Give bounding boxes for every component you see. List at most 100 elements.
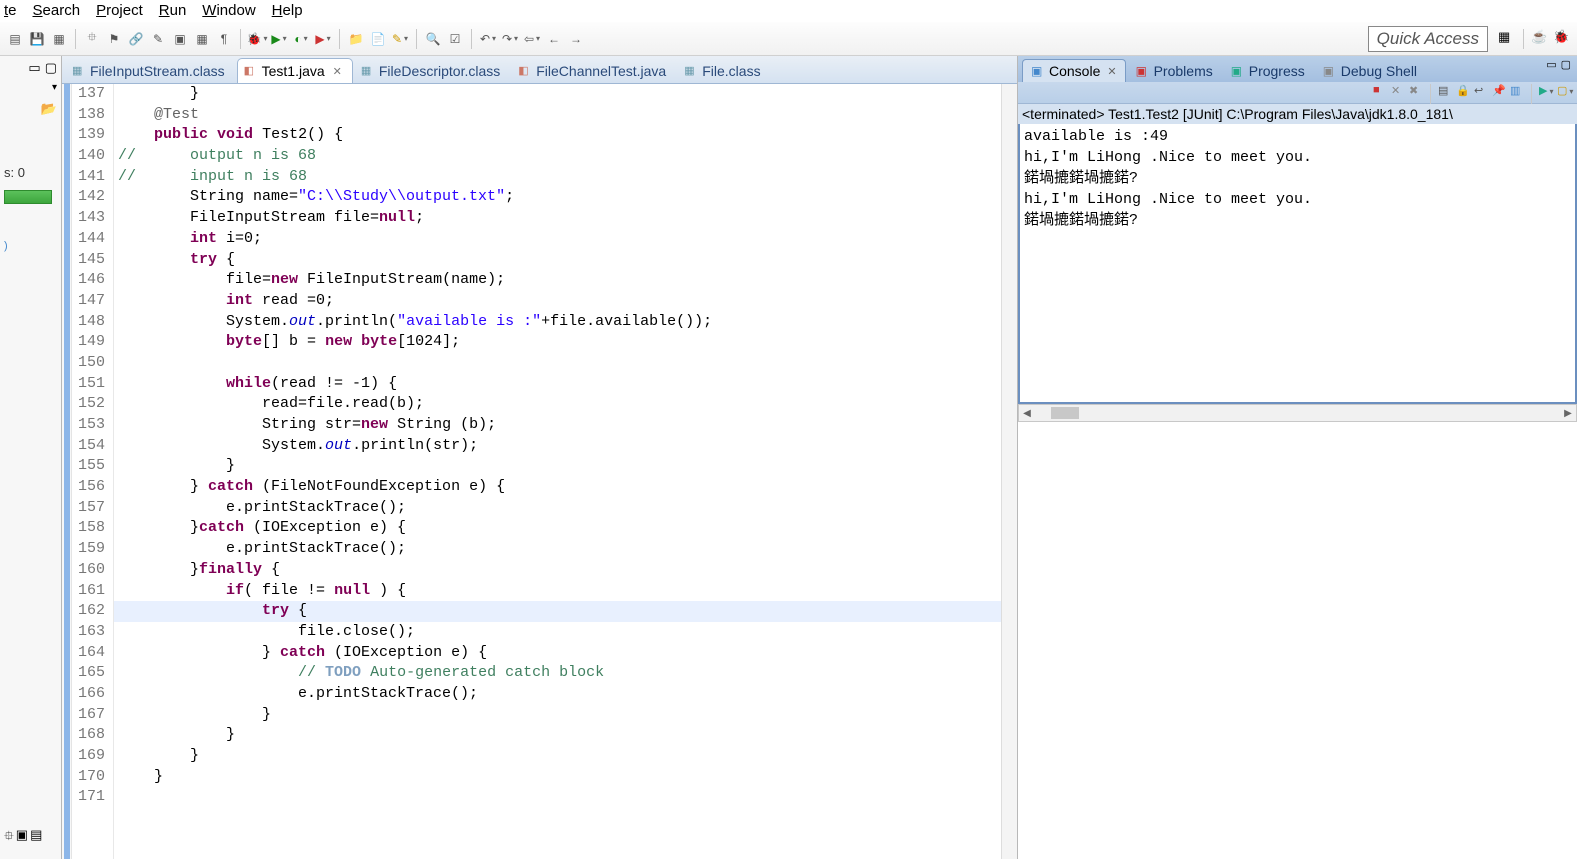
scroll-thumb[interactable] <box>1051 407 1079 419</box>
tab-filedescriptor-class[interactable]: FileDescriptor.class <box>355 59 510 83</box>
tab-file-class[interactable]: File.class <box>678 59 770 83</box>
class-file-icon <box>361 64 375 78</box>
view-tab-label: Debug Shell <box>1341 63 1417 79</box>
save-all-icon[interactable]: ▦ <box>50 30 68 48</box>
view-tab-progress[interactable]: ▣ Progress <box>1223 60 1313 82</box>
scroll-lock-icon[interactable]: 🔒 <box>1456 84 1470 98</box>
separator <box>1523 29 1524 49</box>
run-icon[interactable]: ▶ <box>270 30 288 48</box>
external-tools-icon[interactable]: ▶ <box>314 30 332 48</box>
new-package-icon[interactable]: 📁 <box>347 30 365 48</box>
close-icon[interactable]: ✕ <box>1107 65 1116 78</box>
debug-icon[interactable]: 🐞 <box>248 30 266 48</box>
scroll-right-icon[interactable]: ▶ <box>1560 408 1576 419</box>
separator <box>1531 84 1532 104</box>
console-toolbar: ■ ✕ ✖ ▤ 🔒 ↩ 📌 ▥ ▶ ▢ <box>1018 82 1577 104</box>
menu-te[interactable]: te <box>4 2 17 19</box>
debug-perspective-icon[interactable]: 🐞 <box>1553 29 1571 47</box>
expand-icon[interactable]: ▤ <box>30 827 42 849</box>
view-tab-label: Problems <box>1154 63 1213 79</box>
build-icon[interactable]: ▣ <box>171 30 189 48</box>
view-tab-debug-shell[interactable]: ▣Debug Shell <box>1315 60 1425 82</box>
console-process-label: <terminated> Test1.Test2 [JUnit] C:\Prog… <box>1018 104 1577 124</box>
package-explorer-icon[interactable]: 📂 <box>41 101 57 117</box>
restore-icon[interactable]: ▭ <box>28 60 40 76</box>
menu-help[interactable]: Help <box>272 2 303 19</box>
junit-progress-bar <box>4 190 52 204</box>
editor-area: FileInputStream.class Test1.java✕ FileDesc… <box>62 56 1017 859</box>
terminate-icon[interactable]: ■ <box>1373 84 1387 98</box>
console-output[interactable]: available is :49 hi,I'm LiHong .Nice to … <box>1018 124 1577 404</box>
separator <box>416 29 417 49</box>
main-area: ▭ ▢ ▾ 📂 s: 0 ) ⯐ ▣ ▤ FileInputStream.cla… <box>0 56 1577 859</box>
code-editor[interactable]: 1371381391401411421431441451461471481491… <box>62 84 1017 859</box>
separator <box>1430 84 1431 104</box>
tab-label: FileDescriptor.class <box>379 63 500 79</box>
prev-annotation-icon[interactable]: ↶ <box>479 30 497 48</box>
task-icon[interactable]: ☑ <box>446 30 464 48</box>
forward-icon[interactable]: → <box>567 30 585 48</box>
clear-console-icon[interactable]: ▤ <box>1438 84 1452 98</box>
word-wrap-icon[interactable]: ↩ <box>1474 84 1488 98</box>
progress-icon: ▣ <box>1231 64 1245 78</box>
collapse-icon[interactable]: ▣ <box>16 827 28 849</box>
console-hscrollbar[interactable]: ◀ ▶ <box>1018 404 1577 422</box>
menubar: te Search Project Run Window Help <box>0 0 1577 22</box>
hierarchy-icon[interactable]: ⯐ <box>4 827 14 849</box>
menu-search[interactable]: Search <box>33 2 81 19</box>
main-toolbar: ▤ 💾 ▦ ⯐ ⚑ 🔗 ✎ ▣ ▦ ¶ 🐞 ▶ ◐ ▶ 📁 📄 ✎ 🔍 ☑ ↶ … <box>0 22 1577 56</box>
tab-label: FileInputStream.class <box>90 63 225 79</box>
editor-tabbar: FileInputStream.class Test1.java✕ FileDesc… <box>62 56 1017 84</box>
block-icon[interactable]: ▦ <box>193 30 211 48</box>
line-number-gutter: 1371381391401411421431441451461471481491… <box>72 84 114 859</box>
toggle-mark-icon[interactable]: ⚑ <box>105 30 123 48</box>
display-console-icon[interactable]: ▥ <box>1510 84 1524 98</box>
left-trim-stack: ▭ ▢ ▾ 📂 s: 0 ) ⯐ ▣ ▤ <box>0 56 62 859</box>
code-text[interactable]: } @Test public void Test2() {// output n… <box>114 84 1001 859</box>
open-console-icon[interactable]: ▢ <box>1557 84 1571 98</box>
remove-all-icon[interactable]: ✖ <box>1409 84 1423 98</box>
view-tab-console[interactable]: ▣Console✕ <box>1022 59 1126 82</box>
minimize-icon[interactable]: ▢ <box>45 60 57 76</box>
new-icon[interactable]: ▤ <box>6 30 24 48</box>
view-tab-label: Progress <box>1249 63 1305 79</box>
menu-project[interactable]: Project <box>96 2 143 19</box>
wand-icon[interactable]: ✎ <box>149 30 167 48</box>
coverage-icon[interactable]: ◐ <box>292 30 310 48</box>
toggle-breadcrumb-icon[interactable]: ⯐ <box>83 30 101 48</box>
new-class-icon[interactable]: 📄 <box>369 30 387 48</box>
chevron-down-icon[interactable]: ▾ <box>52 82 57 93</box>
separator <box>471 29 472 49</box>
last-edit-icon[interactable]: ⇦ <box>523 30 541 48</box>
junit-failures-label: s: 0 <box>4 165 57 180</box>
minimize-icon[interactable]: ▭ <box>1546 58 1556 80</box>
annotation-ruler <box>62 84 72 859</box>
search-icon[interactable]: 🔍 <box>424 30 442 48</box>
quick-access-input[interactable]: Quick Access <box>1368 26 1488 52</box>
tab-test1-java[interactable]: Test1.java✕ <box>237 58 353 83</box>
separator <box>240 29 241 49</box>
view-tab-problems[interactable]: ▣Problems <box>1128 60 1221 82</box>
tab-filechanneltest-java[interactable]: FileChannelTest.java <box>512 59 676 83</box>
paren-icon: ) <box>4 240 57 252</box>
java-file-icon <box>244 64 258 78</box>
save-icon[interactable]: 💾 <box>28 30 46 48</box>
remove-launch-icon[interactable]: ✕ <box>1391 84 1405 98</box>
open-perspective-icon[interactable]: ▦ <box>1498 29 1516 47</box>
pin-console-icon[interactable]: 📌 <box>1492 84 1506 98</box>
menu-window[interactable]: Window <box>202 2 255 19</box>
show-console-icon[interactable]: ▶ <box>1539 84 1553 98</box>
link-icon[interactable]: 🔗 <box>127 30 145 48</box>
view-tabbar: ▣Console✕▣Problems ▣ Progress ▣Debug Shell <box>1018 56 1540 82</box>
menu-run[interactable]: Run <box>159 2 187 19</box>
show-whitespace-icon[interactable]: ¶ <box>215 30 233 48</box>
back-icon[interactable]: ← <box>545 30 563 48</box>
close-icon[interactable]: ✕ <box>333 65 342 78</box>
java-file-icon <box>518 64 532 78</box>
scroll-left-icon[interactable]: ◀ <box>1019 408 1035 419</box>
tab-fileinputstream-class[interactable]: FileInputStream.class <box>66 59 235 83</box>
next-annotation-icon[interactable]: ↷ <box>501 30 519 48</box>
open-type-icon[interactable]: ✎ <box>391 30 409 48</box>
java-perspective-icon[interactable]: ☕ <box>1531 29 1549 47</box>
maximize-icon[interactable]: ▢ <box>1561 58 1571 80</box>
